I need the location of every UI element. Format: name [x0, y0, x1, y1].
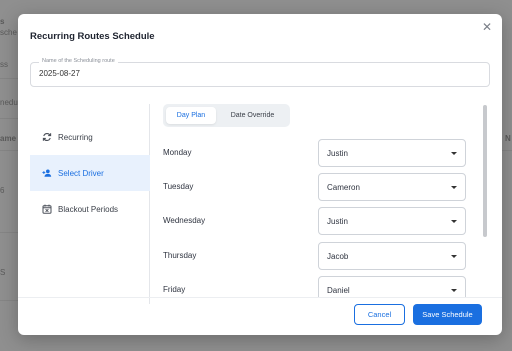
day-label: Thursday [163, 251, 197, 260]
day-row: Thursday Jacob [163, 242, 483, 270]
route-name-field[interactable]: Name of the Scheduling route [30, 58, 490, 87]
bg-text: s [0, 17, 5, 26]
sidebar-item-label: Blackout Periods [58, 204, 119, 214]
chevron-down-icon [451, 289, 457, 292]
driver-name: Justin [327, 217, 348, 226]
driver-select[interactable]: Jacob [318, 242, 466, 270]
save-schedule-button[interactable]: Save Schedule [413, 304, 482, 325]
route-name-input[interactable] [39, 69, 239, 78]
tab-day-plan[interactable]: Day Plan [166, 107, 216, 124]
sidebar-item-label: Select Driver [58, 168, 104, 178]
bg-divider [0, 300, 18, 301]
refresh-icon [42, 132, 52, 142]
day-label: Tuesday [163, 182, 194, 191]
driver-name: Jacob [327, 252, 349, 261]
close-icon[interactable]: ✕ [480, 20, 494, 34]
bg-divider [0, 150, 18, 151]
day-plan-list: Monday Justin Tuesday Cameron Wednesday … [163, 134, 483, 297]
driver-name: Justin [327, 149, 348, 158]
chevron-down-icon [451, 152, 457, 155]
footer-divider [18, 297, 502, 298]
day-row: Tuesday Cameron [163, 173, 483, 201]
cancel-button[interactable]: Cancel [354, 304, 405, 325]
bg-divider [0, 118, 18, 119]
chevron-down-icon [451, 186, 457, 189]
sidebar-item-recurring[interactable]: Recurring [30, 119, 150, 155]
route-name-label: Name of the Scheduling route [39, 58, 118, 64]
sidebar: Recurring Select Driver Blackout Periods [30, 104, 150, 304]
scrollbar[interactable] [483, 105, 487, 237]
driver-name: Daniel [327, 286, 350, 295]
chevron-down-icon [451, 255, 457, 258]
day-label: Friday [163, 285, 186, 294]
bg-divider [0, 78, 18, 79]
driver-select[interactable]: Justin [318, 139, 466, 167]
day-label: Monday [163, 148, 192, 157]
driver-select[interactable]: Justin [318, 207, 466, 235]
tab-date-override[interactable]: Date Override [219, 107, 286, 124]
sidebar-item-select-driver[interactable]: Select Driver [30, 155, 150, 191]
sidebar-item-label: Recurring [58, 132, 93, 142]
bg-text: S [0, 268, 6, 277]
plan-tabs: Day Plan Date Override [163, 104, 290, 127]
bg-text: nedu [0, 98, 18, 107]
day-row: Wednesday Justin [163, 207, 483, 235]
recurring-schedule-modal: Recurring Routes Schedule ✕ Name of the … [18, 14, 502, 335]
chevron-down-icon [451, 220, 457, 223]
bg-text: 6 [0, 186, 5, 195]
bg-text: ame [0, 134, 17, 143]
driver-select[interactable]: Cameron [318, 173, 466, 201]
modal-title: Recurring Routes Schedule [30, 31, 155, 42]
day-row: Monday Justin [163, 139, 483, 167]
person-add-icon [42, 168, 52, 178]
driver-select[interactable]: Daniel [318, 276, 466, 297]
sidebar-item-blackout-periods[interactable]: Blackout Periods [30, 191, 150, 227]
day-label: Wednesday [163, 216, 206, 225]
bg-text: sche [0, 28, 17, 37]
day-row: Friday Daniel [163, 276, 483, 297]
bg-text: ss [0, 60, 8, 69]
bg-divider [502, 150, 512, 151]
driver-name: Cameron [327, 183, 360, 192]
bg-text: N [505, 134, 511, 143]
calendar-x-icon [42, 204, 52, 214]
bg-divider [0, 232, 18, 233]
